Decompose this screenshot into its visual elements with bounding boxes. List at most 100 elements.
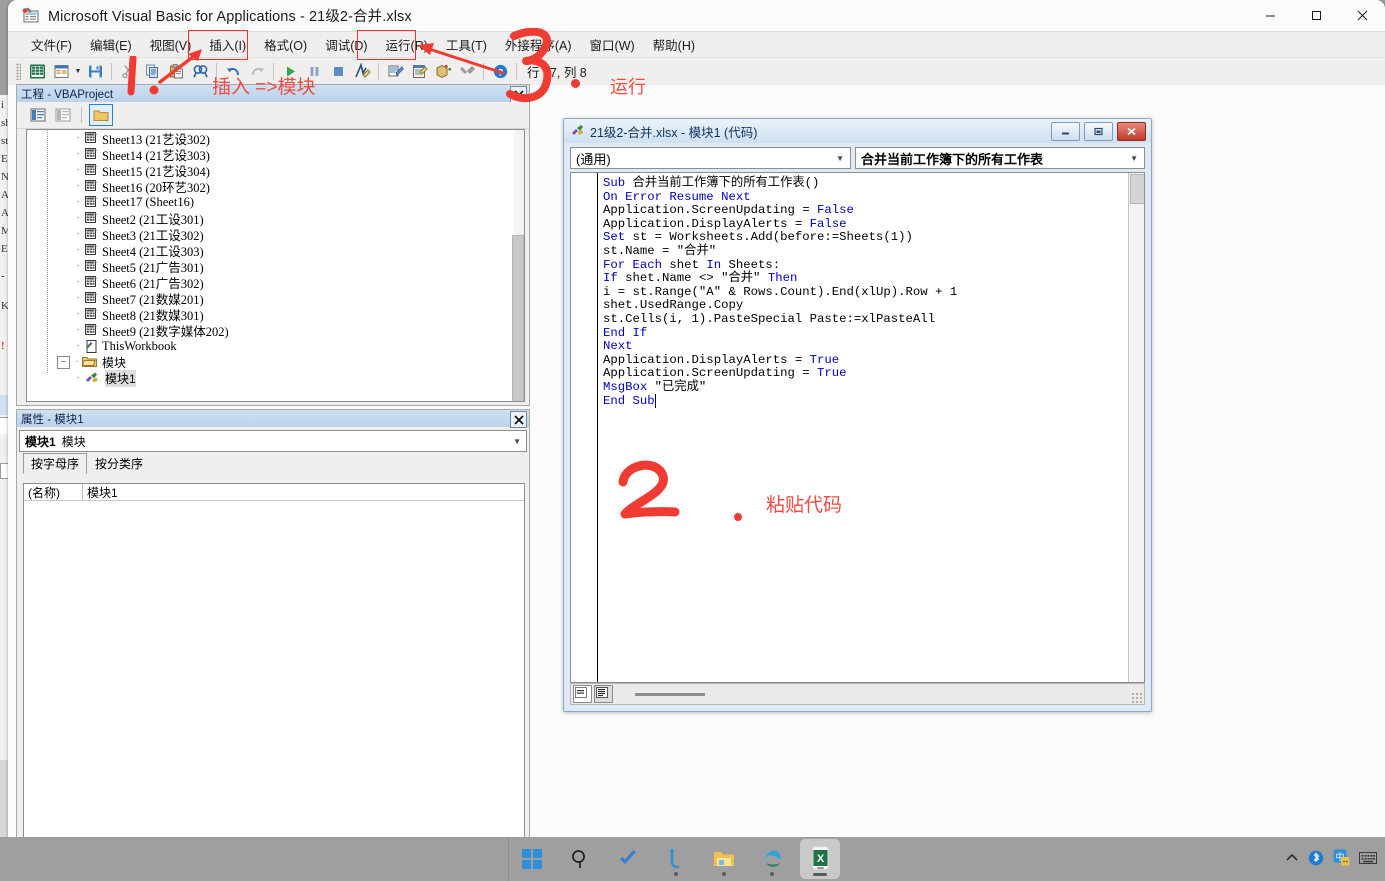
properties-panel-close-icon[interactable] xyxy=(510,411,527,428)
tree-connector: · xyxy=(76,340,80,352)
show-hidden-icons-button[interactable] xyxy=(1285,851,1299,868)
properties-panel: 属性 - 模块1 模块1 模块 ▼ 按字母序 按分类序 (名称) 模块1 xyxy=(16,409,530,876)
menu-window[interactable]: 窗口(W) xyxy=(581,32,644,57)
task-view-button[interactable] xyxy=(608,839,648,879)
tree-connector: · xyxy=(76,276,80,288)
toggle-folders-button[interactable] xyxy=(89,104,113,126)
keyboard-icon[interactable] xyxy=(1359,851,1377,868)
code-restore-button[interactable] xyxy=(1084,122,1113,141)
code-margin-indicator-bar[interactable] xyxy=(571,173,598,682)
tree-connector: · xyxy=(76,132,80,144)
tree-item-label: ThisWorkbook xyxy=(102,338,177,353)
code-vertical-scrollbar[interactable] xyxy=(1128,173,1144,682)
worksheet-icon xyxy=(85,164,98,176)
project-tree-scroll-thumb[interactable] xyxy=(512,235,524,401)
worksheet-icon xyxy=(85,308,98,320)
excel-app-button[interactable]: X xyxy=(800,839,840,879)
worksheet-icon xyxy=(85,324,98,336)
resize-grip-icon[interactable] xyxy=(1131,692,1142,703)
start-button[interactable] xyxy=(512,839,552,879)
running-indicator xyxy=(674,872,678,876)
window-titlebar[interactable]: Microsoft Visual Basic for Applications … xyxy=(8,0,1385,31)
tree-connector: · xyxy=(76,324,80,336)
tree-item[interactable]: · Sheet16 (20环艺302) xyxy=(27,178,524,195)
tree-item-label: 模块1 xyxy=(105,369,136,387)
view-excel-icon[interactable] xyxy=(26,61,48,83)
file-explorer-button[interactable] xyxy=(704,839,744,879)
properties-panel-title: 属性 - 模块1 xyxy=(21,413,84,426)
vba-editor-window: Microsoft Visual Basic for Applications … xyxy=(8,0,1385,881)
view-object-button[interactable] xyxy=(52,105,74,125)
project-explorer-panel: 工程 - VBAProject · Sheet13 (21艺设302) · Sh… xyxy=(16,84,530,406)
menu-edit[interactable]: 编辑(E) xyxy=(81,32,141,57)
edge-browser-button[interactable] xyxy=(752,839,792,879)
code-window-combos: (通用) ▼ 合并当前工作簿下的所有工作表 ▼ xyxy=(564,143,1151,172)
tree-item[interactable]: · 模块1 xyxy=(27,369,524,387)
procedure-view-button[interactable] xyxy=(573,685,592,703)
code-text[interactable]: Sub 合并当前工作簿下的所有工作表() On Error Resume Next… xyxy=(603,176,1126,682)
close-button[interactable] xyxy=(1339,0,1385,31)
insert-dropdown-caret[interactable]: ▼ xyxy=(73,61,83,83)
tree-expander-icon[interactable]: − xyxy=(57,355,70,369)
bg-text-fragment: i xyxy=(1,99,5,111)
bluetooth-icon[interactable] xyxy=(1308,850,1324,869)
ime-icon[interactable]: 中 xyxy=(1333,849,1350,869)
lark-app-button[interactable] xyxy=(656,839,696,879)
maximize-button[interactable] xyxy=(1293,0,1339,31)
code-horizontal-scrollbar[interactable] xyxy=(635,692,705,696)
window-controls xyxy=(1247,0,1385,31)
project-tree[interactable]: · Sheet13 (21艺设302) · Sheet14 (21艺设303) · She… xyxy=(26,129,525,402)
menu-help[interactable]: 帮助(H) xyxy=(644,32,704,57)
design-mode-icon[interactable] xyxy=(351,61,373,83)
svg-text:X: X xyxy=(817,853,825,865)
tab-categorized[interactable]: 按分类序 xyxy=(87,453,151,474)
properties-panel-titlebar[interactable]: 属性 - 模块1 xyxy=(17,410,529,428)
properties-object-combo[interactable]: 模块1 模块 ▼ xyxy=(19,430,527,452)
tree-connector: · xyxy=(75,356,79,368)
tree-item[interactable]: − · 模块 xyxy=(27,354,524,370)
bg-text-fragment: - xyxy=(1,270,5,282)
tree-connector: · xyxy=(76,148,80,160)
tab-alphabetic[interactable]: 按字母序 xyxy=(23,453,88,474)
chevron-down-icon[interactable]: ▼ xyxy=(836,154,844,163)
search-button[interactable] xyxy=(560,839,600,879)
menu-format[interactable]: 格式(O) xyxy=(255,32,316,57)
view-code-button[interactable] xyxy=(27,105,49,125)
annotation-insert-module: 插入 =>模块 xyxy=(212,77,316,98)
annotation-arrow-to-run xyxy=(418,43,505,75)
code-close-button[interactable] xyxy=(1117,122,1146,141)
full-module-view-button[interactable] xyxy=(594,685,613,703)
project-explorer-icon[interactable] xyxy=(384,61,406,83)
menu-file[interactable]: 文件(F) xyxy=(22,32,81,57)
tree-item-label: Sheet17 (Sheet16) xyxy=(102,194,194,209)
workbook-icon xyxy=(85,340,98,353)
property-value[interactable]: 模块1 xyxy=(83,484,118,501)
toolbar-grip[interactable] xyxy=(16,63,21,80)
minimize-button[interactable] xyxy=(1247,0,1293,31)
object-combo[interactable]: (通用) ▼ xyxy=(570,147,851,169)
project-tree-scrollbar[interactable] xyxy=(512,130,524,401)
property-key: (名称) xyxy=(24,484,83,500)
code-line: On Error Resume Next xyxy=(603,189,751,204)
reset-icon[interactable] xyxy=(327,61,349,83)
table-row[interactable]: (名称) 模块1 xyxy=(24,484,524,501)
properties-grid[interactable]: (名称) 模块1 xyxy=(23,483,525,871)
module-icon xyxy=(85,372,101,384)
code-line: Set st = Worksheets.Add(before:=Sheets(1… xyxy=(603,230,913,245)
chevron-down-icon[interactable]: ▼ xyxy=(1130,154,1138,163)
code-line: End If xyxy=(603,325,648,340)
tree-item[interactable]: · Sheet9 (21数字媒体202) xyxy=(27,322,524,339)
procedure-combo[interactable]: 合并当前工作簿下的所有工作表 ▼ xyxy=(855,147,1145,169)
worksheet-icon xyxy=(85,276,98,288)
save-icon[interactable] xyxy=(84,61,106,83)
tree-item[interactable]: · ThisWorkbook xyxy=(27,338,524,354)
insert-userform-icon[interactable] xyxy=(50,61,72,83)
code-window-titlebar[interactable]: 21级2-合并.xlsx - 模块1 (代码) xyxy=(564,119,1151,143)
code-editor[interactable]: Sub 合并当前工作簿下的所有工作表() On Error Resume Next… xyxy=(570,172,1145,683)
tree-item-label: Sheet9 (21数字媒体202) xyxy=(102,324,229,339)
code-scroll-thumb[interactable] xyxy=(1130,174,1144,204)
code-minimize-button[interactable] xyxy=(1051,122,1080,141)
chevron-down-icon[interactable]: ▼ xyxy=(513,437,521,446)
code-line: End Sub xyxy=(603,393,1126,409)
tree-connector: · xyxy=(76,180,80,192)
